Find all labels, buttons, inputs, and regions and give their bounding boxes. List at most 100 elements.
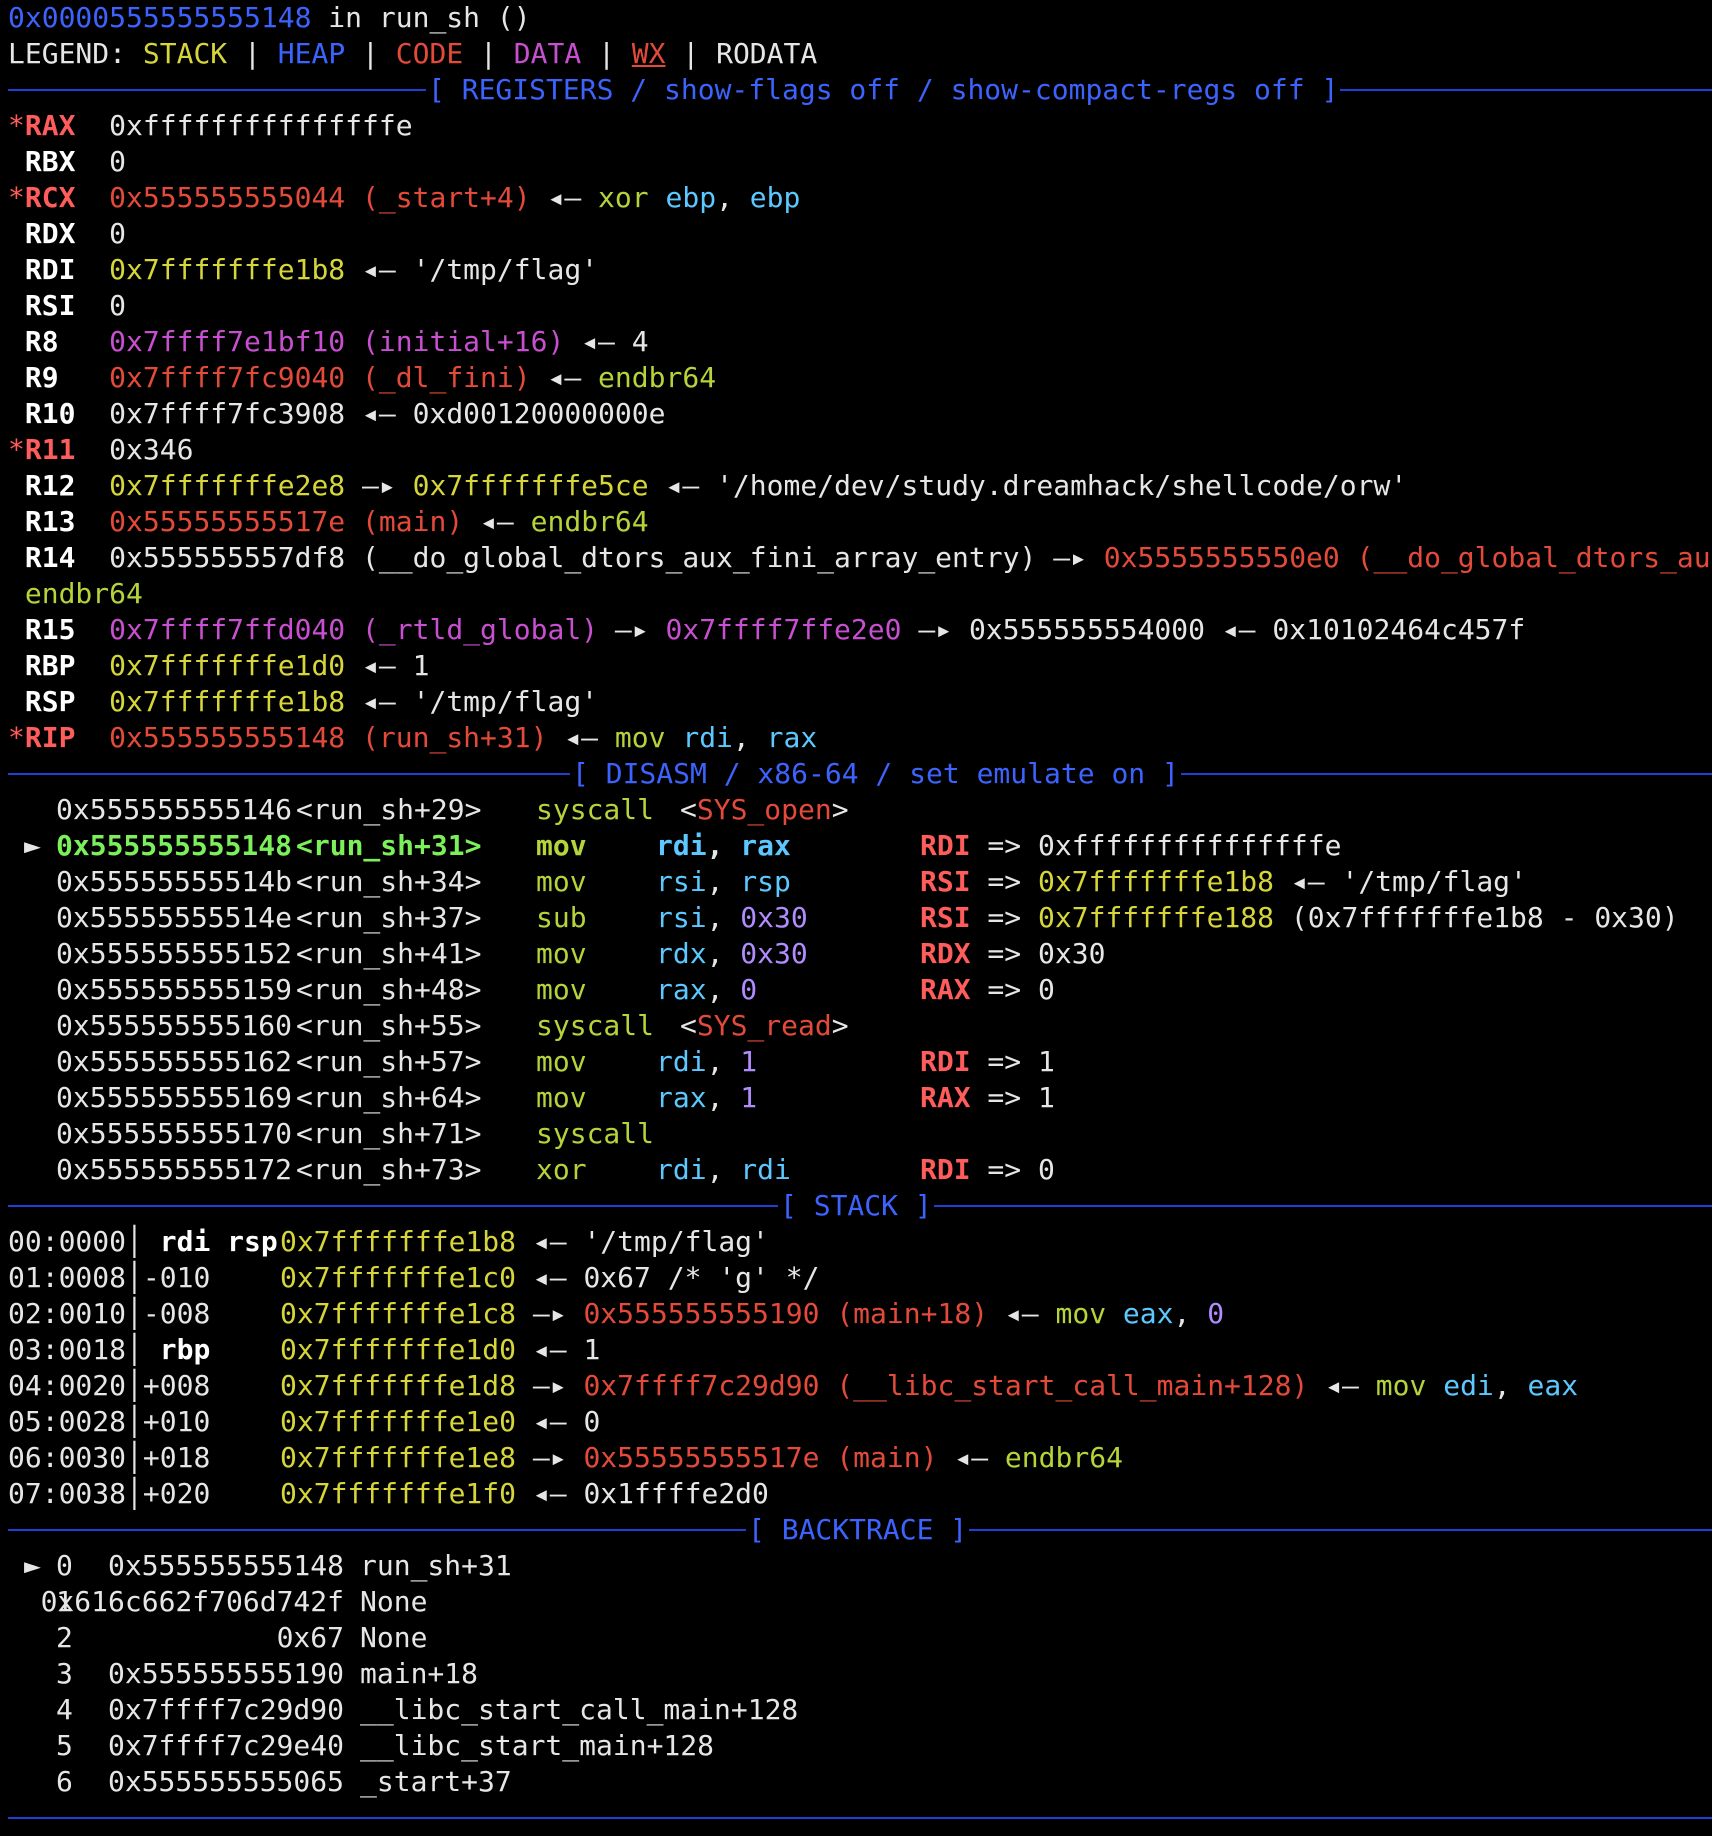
section-rule [1340,89,1712,91]
register-row[interactable]: R15 0x7ffff7ffd040 (_rtld_global) —▸ 0x7… [8,612,1712,648]
gdb-terminal[interactable]: 0x0000555555555148 in run_sh () LEGEND: … [0,0,1712,1824]
disasm-row[interactable]: 0x555555555146 <run_sh+29> syscall <SYS_ope… [8,792,1712,828]
instruction-address: 0x555555555160 [56,1009,293,1042]
instruction-address: 0x55555555514e [56,901,293,934]
deref-address: 0x5555555550e0 [1103,541,1340,574]
backtrace-row[interactable]: 5 0x7ffff7c29e40 __libc_start_main+128 [8,1728,1712,1764]
stack-offset: +008 [142,1369,211,1402]
deref-value: 0x10102464c457f [1272,613,1526,646]
register-row[interactable]: R14 0x555555557df8 (__do_global_dtors_au… [8,540,1712,576]
frame-address: 0x67 [276,1621,344,1654]
stack-row[interactable]: 01:0008│-010 0x7fffffffe1c0 ◂— 0x67 /* 'g… [8,1260,1712,1296]
changed-marker [8,217,25,250]
stack-row[interactable]: 05:0028│+010 0x7fffffffe1e0 ◂— 0 [8,1404,1712,1440]
deref-arrow: ◂— [665,469,700,502]
backtrace-row[interactable]: ► 0 0x555555555148 run_sh+31 [8,1548,1712,1584]
stack-row[interactable]: 04:0020│+008 0x7fffffffe1d8 —▸ 0x7ffff7c2… [8,1368,1712,1404]
backtrace-row[interactable]: 3 0x555555555190 main+18 [8,1656,1712,1692]
backtrace-row[interactable]: 2 0x67 None [8,1620,1712,1656]
disasm-row[interactable]: ► 0x555555555148 <run_sh+31> mov rdi, rax RDI… [8,828,1712,864]
register-row[interactable]: RBX 0 [8,144,1712,180]
instruction-operand: rax [740,829,791,862]
syscall-name: SYS_read [696,1009,832,1042]
stack-row[interactable]: 06:0030│+018 0x7fffffffe1e8 —▸ 0x55555555… [8,1440,1712,1476]
stack-address: 0x7fffffffe1b8 [280,1225,517,1258]
register-row[interactable]: RBP 0x7fffffffe1d0 ◂— 1 [8,648,1712,684]
register-symbol: (run_sh+31) [362,721,548,754]
backtrace-section-header: [ BACKTRACE ] [8,1512,1712,1548]
stack-divider: │ [126,1477,143,1510]
frame-address: 0x555555555065 [107,1765,344,1798]
register-row[interactable]: R10 0x7ffff7fc3908 ◂— 0xd00120000000e [8,396,1712,432]
register-name: RDI [24,253,76,286]
register-name: R12 [24,469,76,502]
backtrace-row[interactable]: 1 0x616c662f706d742f None [8,1584,1712,1620]
instruction-mnemonic: mov [536,829,587,862]
instruction-mnemonic: mov [536,1081,587,1114]
stack-title: [ STACK ] [780,1189,932,1222]
emulation-result: RAX => 0 [920,973,1055,1006]
instruction-mnemonic: mov [536,937,587,970]
register-row[interactable]: RDX 0 [8,216,1712,252]
stack-address: 0x7fffffffe1d8 [280,1369,517,1402]
register-value: 0x55555555517e [109,505,346,538]
stack-index: 00:0000 [8,1225,127,1258]
register-row[interactable]: *RIP 0x555555555148 (run_sh+31) ◂— mov r… [8,720,1712,756]
backtrace-row[interactable]: 4 0x7ffff7c29d90 __libc_start_call_main+12… [8,1692,1712,1728]
register-row-continued[interactable]: endbr64 [8,576,1712,612]
stack-row[interactable]: 07:0038│+020 0x7fffffffe1f0 ◂— 0x1ffffe2d… [8,1476,1712,1512]
register-row[interactable]: R9 0x7ffff7fc9040 (_dl_fini) ◂— endbr64 [8,360,1712,396]
disasm-row[interactable]: 0x55555555514e <run_sh+37> sub rsi, 0x30 RSI… [8,900,1712,936]
register-row[interactable]: *RCX 0x555555555044 (_start+4) ◂— xor eb… [8,180,1712,216]
register-row[interactable]: RDI 0x7fffffffe1b8 ◂— '/tmp/flag' [8,252,1712,288]
current-frame-marker [24,1656,41,1692]
changed-marker [8,505,25,538]
register-value: 0x7ffff7e1bf10 [109,325,346,358]
stack-offset: +010 [142,1405,211,1438]
register-row[interactable]: *R11 0x346 [8,432,1712,468]
disasm-row[interactable]: 0x555555555152 <run_sh+41> mov rdx, 0x30 RDX… [8,936,1712,972]
disasm-row[interactable]: 0x555555555170 <run_sh+71> syscall [8,1116,1712,1152]
frame-number: 2 [56,1621,73,1654]
frame-address: 0x555555555148 [107,1549,344,1582]
section-rule [1180,773,1712,775]
frame-function: main+18 [360,1657,479,1690]
disasm-row[interactable]: 0x555555555162 <run_sh+57> mov rdi, 1 RDI =>… [8,1044,1712,1080]
backtrace-panel: ► 0 0x555555555148 run_sh+31 1 0x616c662f706… [8,1548,1712,1800]
register-row[interactable]: R8 0x7ffff7e1bf10 (initial+16) ◂— 4 [8,324,1712,360]
changed-marker: * [8,181,25,214]
frame-address: 0x7ffff7c29d90 [107,1693,344,1726]
legend-separator: | [463,37,514,70]
result-register: RDX [920,937,971,970]
register-value: 0x555555555148 [109,721,346,754]
stack-row[interactable]: 00:0000│ rdi rsp 0x7fffffffe1b8 ◂— '/tmp/… [8,1224,1712,1260]
register-row[interactable]: R12 0x7fffffffe2e8 —▸ 0x7fffffffe5ce ◂— … [8,468,1712,504]
register-name: RDX [24,217,76,250]
register-row[interactable]: RSI 0 [8,288,1712,324]
emulation-result: RDI => 1 [920,1045,1055,1078]
instruction-operand: rsi [656,901,707,934]
disasm-row[interactable]: 0x555555555159 <run_sh+48> mov rax, 0 RAX =>… [8,972,1712,1008]
deref-arrow: ◂— [547,361,582,394]
deref-arrow: —▸ [532,1369,567,1402]
disasm-row[interactable]: 0x55555555514b <run_sh+34> mov rsi, rsp RSI … [8,864,1712,900]
register-row[interactable]: *RAX 0xfffffffffffffffe [8,108,1712,144]
register-row[interactable]: RSP 0x7fffffffe1b8 ◂— '/tmp/flag' [8,684,1712,720]
current-frame-marker [24,1728,41,1764]
backtrace-row[interactable]: 6 0x555555555065 _start+37 [8,1764,1712,1800]
instruction-mnemonic: mov [614,721,666,754]
deref-arrow: —▸ [532,1441,567,1474]
syscall-annotation: <SYS_open> [680,793,849,826]
register-value: 0xfffffffffffffffe [109,109,413,142]
instruction-mnemonic: sub [536,901,587,934]
disasm-row[interactable]: 0x555555555169 <run_sh+64> mov rax, 1 RAX =>… [8,1080,1712,1116]
frame-line: 0x0000555555555148 in run_sh () [8,0,1712,36]
disasm-row[interactable]: 0x555555555160 <run_sh+55> syscall <SYS_rea… [8,1008,1712,1044]
stack-row[interactable]: 02:0010│-008 0x7fffffffe1c8 —▸ 0x55555555… [8,1296,1712,1332]
disasm-row[interactable]: 0x555555555172 <run_sh+73> xor rdi, rdi RDI … [8,1152,1712,1188]
changed-marker [8,541,25,574]
register-row[interactable]: R13 0x55555555517e (main) ◂— endbr64 [8,504,1712,540]
emulation-result: RSI => 0x7fffffffe188 (0x7fffffffe1b8 - … [920,901,1679,934]
legend-separator: | [581,37,632,70]
stack-row[interactable]: 03:0018│ rbp 0x7fffffffe1d0 ◂— 1 [8,1332,1712,1368]
